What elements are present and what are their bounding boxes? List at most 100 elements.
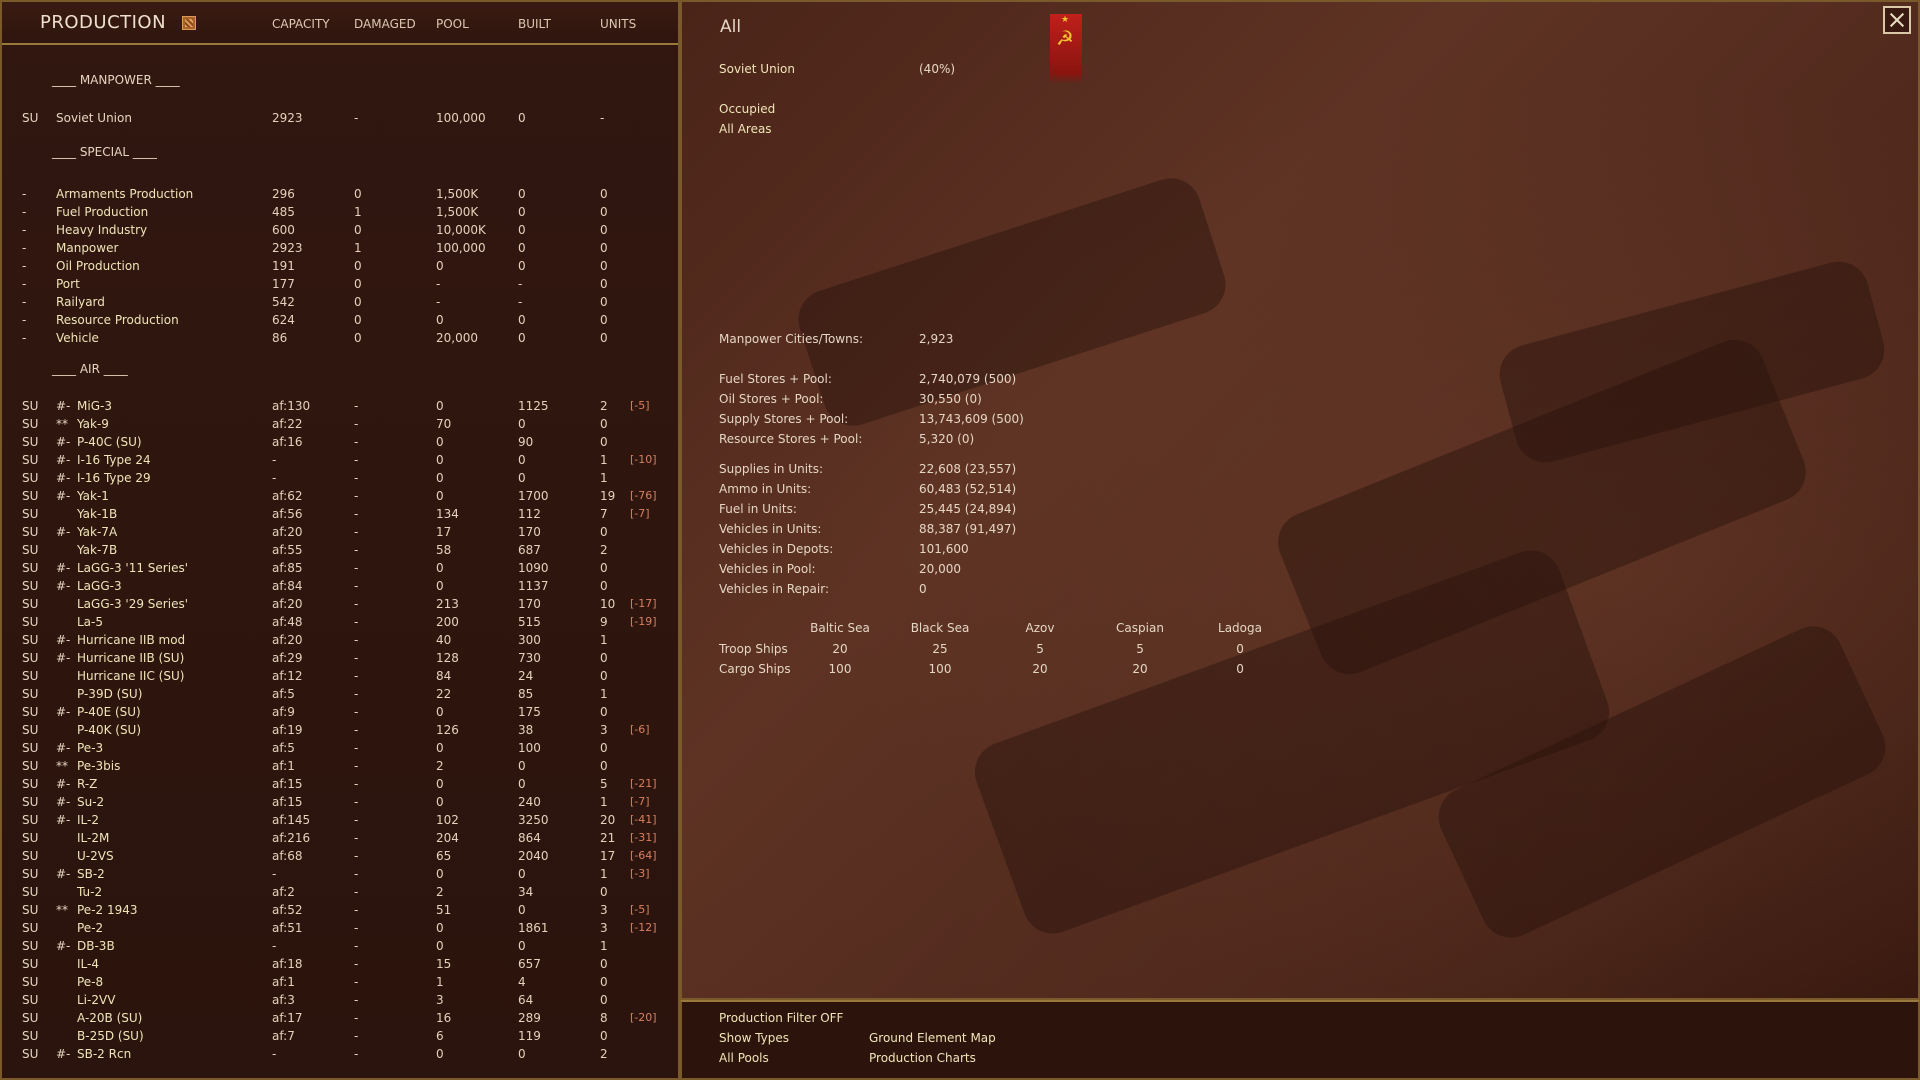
row-name[interactable]: P-39D (SU)	[77, 685, 142, 703]
row-name[interactable]: P-40E (SU)	[77, 703, 141, 721]
row-name[interactable]: Hurricane IIC (SU)	[77, 667, 184, 685]
row-name[interactable]: Li-2VV	[77, 991, 115, 1009]
all-areas-toggle[interactable]: All Areas	[719, 122, 772, 136]
table-row[interactable]: SU Pe-2 af:51 - 0 1861 3 [-12]	[2, 919, 678, 937]
table-row[interactable]: SU ** Pe-3bis af:1 - 2 0 0	[2, 757, 678, 775]
row-name[interactable]: Pe-3bis	[77, 757, 120, 775]
row-name[interactable]: IL-4	[77, 955, 99, 973]
table-row[interactable]: SU #- R-Z af:15 - 0 0 5 [-21]	[2, 775, 678, 793]
table-row[interactable]: SU #- Yak-7A af:20 - 17 170 0	[2, 523, 678, 541]
production-filter-button[interactable]: Production Filter OFF	[719, 1011, 843, 1025]
table-row[interactable]: SU ** Pe-2 1943 af:52 - 51 0 3 [-5]	[2, 901, 678, 919]
row-name[interactable]: SB-2 Rcn	[77, 1045, 131, 1063]
table-row[interactable]: SU IL-2M af:216 - 204 864 21 [-31]	[2, 829, 678, 847]
table-row[interactable]: - Vehicle 86 0 20,000 0 0	[2, 329, 678, 347]
row-name[interactable]: IL-2	[77, 811, 99, 829]
table-row[interactable]: SU P-39D (SU) af:5 - 22 85 1	[2, 685, 678, 703]
table-row[interactable]: SU Yak-7B af:55 - 58 687 2	[2, 541, 678, 559]
table-row[interactable]: SU #- P-40E (SU) af:9 - 0 175 0	[2, 703, 678, 721]
row-name[interactable]: Yak-1B	[77, 505, 117, 523]
row-name[interactable]: Manpower	[56, 239, 118, 257]
row-name[interactable]: MiG-3	[77, 397, 112, 415]
table-row[interactable]: SU #- I-16 Type 29 - - 0 0 1	[2, 469, 678, 487]
table-row[interactable]: - Heavy Industry 600 0 10,000K 0 0	[2, 221, 678, 239]
row-name[interactable]: LaGG-3 '11 Series'	[77, 559, 188, 577]
row-name[interactable]: I-16 Type 29	[77, 469, 151, 487]
table-row[interactable]: SU P-40K (SU) af:19 - 126 38 3 [-6]	[2, 721, 678, 739]
column-units[interactable]: UNITS	[600, 17, 636, 31]
table-row[interactable]: SU #- P-40C (SU) af:16 - 0 90 0	[2, 433, 678, 451]
table-row[interactable]: SU #- I-16 Type 24 - - 0 0 1 [-10]	[2, 451, 678, 469]
row-name[interactable]: Railyard	[56, 293, 105, 311]
row-name[interactable]: A-20B (SU)	[77, 1009, 142, 1027]
row-name[interactable]: Pe-8	[77, 973, 103, 991]
row-name[interactable]: Port	[56, 275, 80, 293]
table-row[interactable]: SU #- Hurricane IIB mod af:20 - 40 300 1	[2, 631, 678, 649]
row-name[interactable]: DB-3B	[77, 937, 115, 955]
row-name[interactable]: Pe-2 1943	[77, 901, 138, 919]
row-name[interactable]: La-5	[77, 613, 103, 631]
table-row[interactable]: SU #- SB-2 - - 0 0 1 [-3]	[2, 865, 678, 883]
table-row[interactable]: SU #- Yak-1 af:62 - 0 1700 19 [-76]	[2, 487, 678, 505]
table-row[interactable]: - Fuel Production 485 1 1,500K 0 0	[2, 203, 678, 221]
table-row[interactable]: - Resource Production 624 0 0 0 0	[2, 311, 678, 329]
row-name[interactable]: Fuel Production	[56, 203, 148, 221]
row-name[interactable]: P-40C (SU)	[77, 433, 142, 451]
table-row[interactable]: SU LaGG-3 '29 Series' af:20 - 213 170 10 [-17]	[2, 595, 678, 613]
table-row[interactable]: SU Pe-8 af:1 - 1 4 0	[2, 973, 678, 991]
table-row[interactable]: SU Tu-2 af:2 - 2 34 0	[2, 883, 678, 901]
row-name[interactable]: Hurricane IIB (SU)	[77, 649, 184, 667]
row-name[interactable]: Resource Production	[56, 311, 179, 329]
table-row[interactable]: SU #- Hurricane IIB (SU) af:29 - 128 730 0	[2, 649, 678, 667]
row-name[interactable]: Yak-9	[77, 415, 109, 433]
table-row[interactable]: SU #- LaGG-3 '11 Series' af:85 - 0 1090 0	[2, 559, 678, 577]
table-row[interactable]: SU #- MiG-3 af:130 - 0 1125 2 [-5]	[2, 397, 678, 415]
row-name[interactable]: Yak-7A	[77, 523, 117, 541]
row-name[interactable]: P-40K (SU)	[77, 721, 141, 739]
row-name[interactable]: Armaments Production	[56, 185, 193, 203]
table-row[interactable]: SU IL-4 af:18 - 15 657 0	[2, 955, 678, 973]
table-row[interactable]: - Manpower 2923 1 100,000 0 0	[2, 239, 678, 257]
table-row[interactable]: SU Li-2VV af:3 - 3 64 0	[2, 991, 678, 1009]
row-name[interactable]: Pe-3	[77, 739, 103, 757]
row-name[interactable]: Yak-1	[77, 487, 109, 505]
filter-icon[interactable]	[182, 16, 196, 30]
table-row[interactable]: SU U-2VS af:68 - 65 2040 17 [-64]	[2, 847, 678, 865]
column-built[interactable]: BUILT	[518, 17, 551, 31]
row-name[interactable]: B-25D (SU)	[77, 1027, 144, 1045]
row-name[interactable]: Yak-7B	[77, 541, 117, 559]
table-row[interactable]: - Railyard 542 0 - - 0	[2, 293, 678, 311]
row-name[interactable]: Tu-2	[77, 883, 102, 901]
row-name[interactable]: I-16 Type 24	[77, 451, 151, 469]
row-name[interactable]: Vehicle	[56, 329, 99, 347]
row-name[interactable]: U-2VS	[77, 847, 114, 865]
column-damaged[interactable]: DAMAGED	[354, 17, 416, 31]
row-name[interactable]: IL-2M	[77, 829, 109, 847]
row-name[interactable]: Pe-2	[77, 919, 103, 937]
table-row[interactable]: SU Yak-1B af:56 - 134 112 7 [-7]	[2, 505, 678, 523]
production-charts-button[interactable]: Production Charts	[869, 1051, 976, 1065]
table-row[interactable]: SU Hurricane IIC (SU) af:12 - 84 24 0	[2, 667, 678, 685]
row-name[interactable]: Oil Production	[56, 257, 140, 275]
occupied-toggle[interactable]: Occupied	[719, 102, 775, 116]
table-row[interactable]: - Oil Production 191 0 0 0 0	[2, 257, 678, 275]
table-row[interactable]: SU #- Pe-3 af:5 - 0 100 0	[2, 739, 678, 757]
row-name[interactable]: R-Z	[77, 775, 97, 793]
row-name[interactable]: LaGG-3	[77, 577, 122, 595]
table-row[interactable]: SU B-25D (SU) af:7 - 6 119 0	[2, 1027, 678, 1045]
table-row[interactable]: - Armaments Production 296 0 1,500K 0 0	[2, 185, 678, 203]
ground-element-map-button[interactable]: Ground Element Map	[869, 1031, 996, 1045]
table-row[interactable]: SU ** Yak-9 af:22 - 70 0 0	[2, 415, 678, 433]
row-name[interactable]: SB-2	[77, 865, 105, 883]
column-pool[interactable]: POOL	[436, 17, 469, 31]
table-row[interactable]: SU #- SB-2 Rcn - - 0 0 2	[2, 1045, 678, 1063]
table-row[interactable]: SU A-20B (SU) af:17 - 16 289 8 [-20]	[2, 1009, 678, 1027]
close-icon[interactable]	[1883, 6, 1911, 34]
nation-name[interactable]: Soviet Union	[719, 62, 795, 76]
all-pools-button[interactable]: All Pools	[719, 1051, 769, 1065]
column-capacity[interactable]: CAPACITY	[272, 17, 330, 31]
row-name[interactable]: Su-2	[77, 793, 104, 811]
row-name[interactable]: Soviet Union	[56, 109, 132, 127]
table-row[interactable]: SU #- Su-2 af:15 - 0 240 1 [-7]	[2, 793, 678, 811]
table-row[interactable]: SU Soviet Union 2923 - 100,000 0 -	[2, 109, 678, 127]
